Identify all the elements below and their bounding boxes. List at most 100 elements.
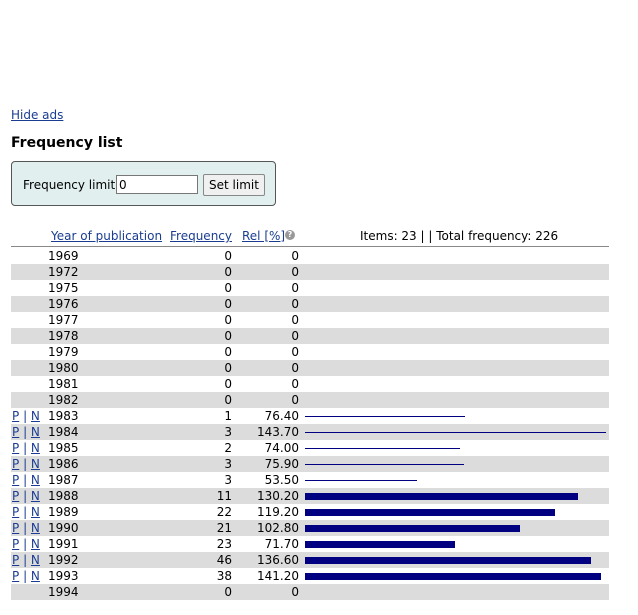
row-frequency: 0 [224, 329, 232, 343]
row-frequency: 3 [224, 473, 232, 487]
row-frequency: 23 [216, 537, 232, 551]
frequency-bar [305, 480, 417, 481]
table-row: P | N 1991 23 71.70 [11, 536, 609, 552]
frequency-table: 1969 0 0 1972 0 0 1975 0 0 1976 0 0 1977 0 0 1978 0 0 1979… [11, 248, 609, 600]
help-icon[interactable]: ? [285, 230, 295, 240]
row-year: 1981 [48, 377, 79, 391]
row-year: 1978 [48, 329, 79, 343]
table-row: P | N 1989 22 119.20 [11, 504, 609, 520]
link-separator: | [19, 553, 31, 567]
row-frequency: 0 [224, 345, 232, 359]
sort-rel-link[interactable]: Rel [%] [242, 229, 285, 243]
table-row: 1981 0 0 [11, 376, 609, 392]
row-rel: 74.00 [264, 441, 299, 455]
row-links: P | N [12, 472, 40, 488]
sort-year-link[interactable]: Year of publication [51, 229, 162, 243]
row-frequency: 38 [216, 569, 232, 583]
row-frequency: 0 [224, 377, 232, 391]
frequency-bar [305, 464, 464, 465]
link-separator: | [19, 457, 31, 471]
page-title: Frequency list [11, 135, 123, 151]
frequency-bar [305, 493, 578, 500]
row-year: 1984 [48, 425, 79, 439]
table-row: P | N 1992 46 136.60 [11, 552, 609, 568]
row-frequency: 2 [224, 441, 232, 455]
row-frequency: 1 [224, 409, 232, 423]
row-rel: 75.90 [264, 457, 299, 471]
negative-filter-link[interactable]: N [31, 441, 40, 455]
table-row: P | N 1984 3 143.70 [11, 424, 609, 440]
row-year: 1977 [48, 313, 79, 327]
row-rel: 53.50 [264, 473, 299, 487]
negative-filter-link[interactable]: N [31, 425, 40, 439]
link-separator: | [19, 569, 31, 583]
row-year: 1976 [48, 297, 79, 311]
row-rel: 119.20 [257, 505, 299, 519]
row-rel: 0 [291, 281, 299, 295]
link-separator: | [19, 441, 31, 455]
negative-filter-link[interactable]: N [31, 457, 40, 471]
set-limit-button[interactable]: Set limit [203, 174, 265, 196]
row-links: P | N [12, 440, 40, 456]
link-separator: | [19, 489, 31, 503]
link-separator: | [19, 425, 31, 439]
frequency-bar [305, 541, 455, 548]
row-rel: 0 [291, 265, 299, 279]
frequency-bar [305, 573, 601, 580]
row-year: 1994 [48, 585, 79, 599]
link-separator: | [19, 521, 31, 535]
row-rel: 0 [291, 345, 299, 359]
negative-filter-link[interactable]: N [31, 505, 40, 519]
link-separator: | [19, 537, 31, 551]
sort-frequency-link[interactable]: Frequency [170, 229, 232, 243]
hide-ads-link[interactable]: Hide ads [11, 108, 63, 122]
row-frequency: 0 [224, 393, 232, 407]
row-year: 1992 [48, 553, 79, 567]
negative-filter-link[interactable]: N [31, 409, 40, 423]
items-summary: Items: 23 | | Total frequency: 226 [360, 229, 559, 243]
row-year: 1975 [48, 281, 79, 295]
row-year: 1985 [48, 441, 79, 455]
table-row: 1976 0 0 [11, 296, 609, 312]
row-rel: 141.20 [257, 569, 299, 583]
row-rel: 76.40 [264, 409, 299, 423]
negative-filter-link[interactable]: N [31, 473, 40, 487]
row-frequency: 0 [224, 249, 232, 263]
row-links: P | N [12, 408, 40, 424]
negative-filter-link[interactable]: N [31, 569, 40, 583]
row-rel: 102.80 [257, 521, 299, 535]
row-frequency: 21 [216, 521, 232, 535]
row-frequency: 3 [224, 457, 232, 471]
row-year: 1993 [48, 569, 79, 583]
frequency-bar [305, 525, 520, 532]
row-links: P | N [12, 552, 40, 568]
row-rel: 0 [291, 393, 299, 407]
table-row: P | N 1985 2 74.00 [11, 440, 609, 456]
negative-filter-link[interactable]: N [31, 489, 40, 503]
frequency-bar [305, 432, 606, 433]
link-separator: | [19, 409, 31, 423]
link-separator: | [19, 505, 31, 519]
table-row: P | N 1993 38 141.20 [11, 568, 609, 584]
table-row: 1994 0 0 [11, 584, 609, 600]
table-row: 1972 0 0 [11, 264, 609, 280]
row-year: 1990 [48, 521, 79, 535]
frequency-bar [305, 416, 465, 417]
frequency-limit-input[interactable] [116, 175, 198, 194]
table-row: 1979 0 0 [11, 344, 609, 360]
row-frequency: 0 [224, 281, 232, 295]
row-rel: 71.70 [264, 537, 299, 551]
row-frequency: 0 [224, 361, 232, 375]
row-rel: 0 [291, 297, 299, 311]
row-rel: 0 [291, 329, 299, 343]
row-frequency: 11 [216, 489, 232, 503]
table-row: P | N 1990 21 102.80 [11, 520, 609, 536]
table-row: 1980 0 0 [11, 360, 609, 376]
negative-filter-link[interactable]: N [31, 537, 40, 551]
negative-filter-link[interactable]: N [31, 521, 40, 535]
row-year: 1986 [48, 457, 79, 471]
row-year: 1983 [48, 409, 79, 423]
row-frequency: 0 [224, 313, 232, 327]
negative-filter-link[interactable]: N [31, 553, 40, 567]
table-row: 1982 0 0 [11, 392, 609, 408]
